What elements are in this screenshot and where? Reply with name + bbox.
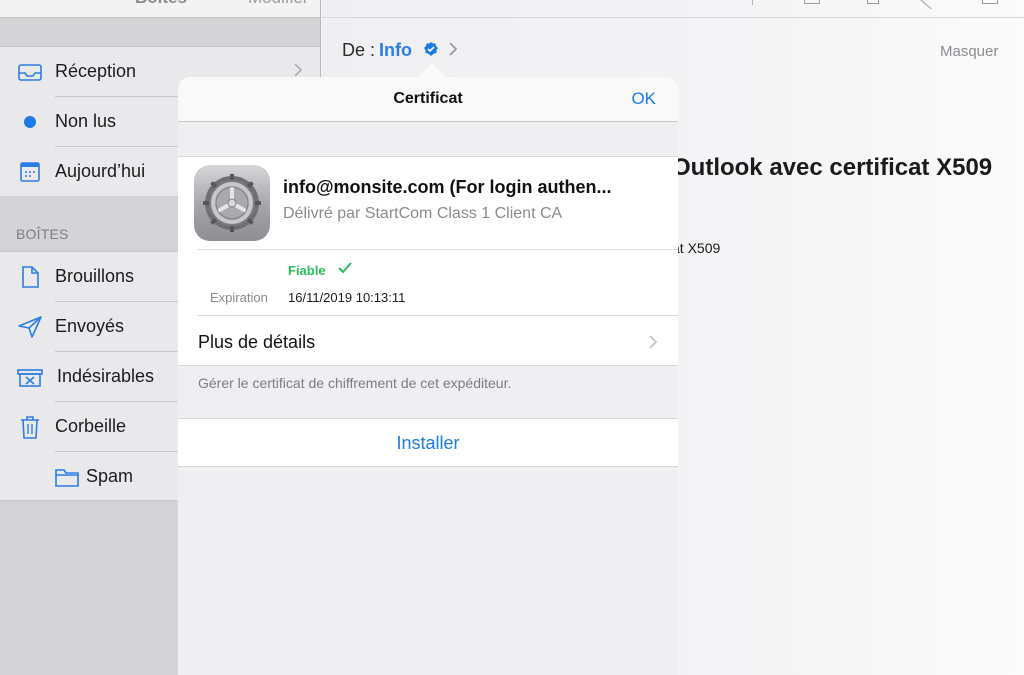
settings-gear-icon xyxy=(194,165,270,241)
install-label: Installer xyxy=(396,433,460,453)
sidebar-item-label: Corbeille xyxy=(55,416,127,436)
verified-badge-icon xyxy=(424,42,439,56)
paper-plane-icon xyxy=(18,316,42,338)
message-subject: Outlook avec certificat X509 xyxy=(672,154,993,181)
compose-icon[interactable] xyxy=(982,0,998,4)
flag-icon[interactable] xyxy=(804,0,820,4)
calendar-icon xyxy=(20,162,40,182)
certificate-popover: Certificat OK info@monsite.com (For logi… xyxy=(178,77,678,675)
toolbar-divider xyxy=(752,0,768,5)
section-header-boxes: BOÎTES xyxy=(16,226,69,242)
sidebar-item-label: Réception xyxy=(55,61,137,81)
reply-icon[interactable] xyxy=(920,0,938,10)
hide-details-button[interactable]: Masquer xyxy=(940,43,998,60)
sidebar-item-label: Brouillons xyxy=(55,266,135,286)
certificate-card: info@monsite.com (For login authen... Dé… xyxy=(178,156,678,316)
folder-move-icon[interactable] xyxy=(867,0,879,4)
sidebar-title: Boîtes xyxy=(135,0,187,8)
from-label: De : xyxy=(342,40,376,60)
sender-name[interactable]: Info xyxy=(379,40,412,60)
chevron-right-icon xyxy=(449,42,458,56)
ok-button[interactable]: OK xyxy=(631,89,656,109)
sidebar-item-label: Aujourd’hui xyxy=(55,161,146,181)
popover-arrow xyxy=(418,63,446,77)
sidebar-nav-bar: Boîtes Modifier xyxy=(0,0,320,18)
trash-icon xyxy=(21,416,39,439)
inbox-icon xyxy=(18,64,42,81)
popover-title: Certificat xyxy=(393,90,463,107)
edit-button[interactable]: Modifier xyxy=(248,0,308,8)
certificate-footnote: Gérer le certificat de chiffrement de ce… xyxy=(198,375,512,391)
certificate-name: info@monsite.com (For login authen... xyxy=(283,177,612,197)
folder-icon xyxy=(55,469,79,487)
message-toolbar xyxy=(322,0,1024,18)
unread-dot-icon xyxy=(24,116,36,128)
message-body: at X509 xyxy=(672,240,721,256)
expiration-value: 16/11/2019 10:13:11 xyxy=(288,290,406,305)
document-icon xyxy=(22,266,39,288)
sidebar-item-label: Indésirables xyxy=(57,366,155,386)
chevron-right-icon xyxy=(294,63,303,77)
more-details-label: Plus de détails xyxy=(198,332,316,352)
sender-line: De : Info xyxy=(342,40,458,61)
junk-bin-icon xyxy=(17,369,43,387)
chevron-right-icon xyxy=(649,335,658,349)
popover-nav-bar: Certificat OK xyxy=(178,77,678,122)
divider xyxy=(198,249,678,250)
checkmark-icon xyxy=(338,262,352,274)
certificate-issuer: Délivré par StartCom Class 1 Client CA xyxy=(283,205,563,222)
more-details-row[interactable]: Plus de détails xyxy=(178,316,678,366)
trust-status: Fiable xyxy=(288,263,326,278)
sidebar-item-label: Spam xyxy=(86,466,134,486)
install-button[interactable]: Installer xyxy=(178,418,678,467)
sidebar-item-label: Envoyés xyxy=(55,316,125,336)
expiration-label: Expiration xyxy=(210,290,268,305)
sidebar-item-label: Non lus xyxy=(55,111,117,131)
